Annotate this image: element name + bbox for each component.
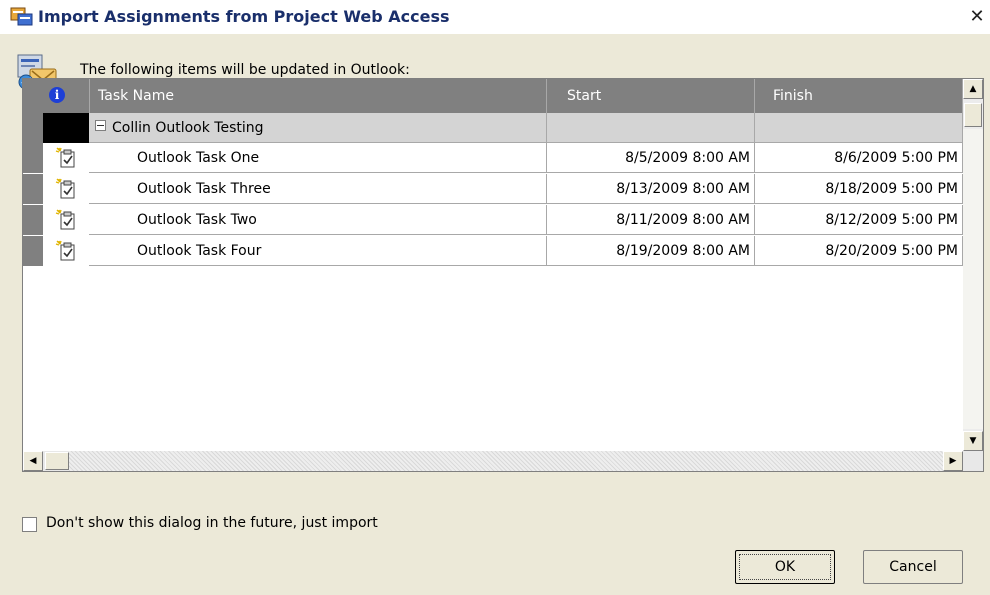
column-header-task-name[interactable]: Task Name [90,79,547,113]
row-selector [23,113,43,143]
cancel-button[interactable]: Cancel [863,550,963,584]
vertical-scroll-thumb[interactable] [964,103,982,127]
task-icon [55,178,75,199]
group-start-cell [547,113,755,143]
scroll-up-button[interactable]: ▲ [963,79,983,99]
dont-show-checkbox[interactable] [22,517,37,532]
task-start-cell: 8/19/2009 8:00 AM [547,236,755,266]
collapse-icon[interactable] [95,120,106,131]
title-bar: Import Assignments from Project Web Acce… [0,0,990,34]
focus-rectangle [739,554,831,580]
row-selector [23,143,43,173]
import-assignments-dialog: Import Assignments from Project Web Acce… [0,0,990,595]
task-finish-cell: 8/20/2009 5:00 PM [755,236,963,266]
task-finish-cell: 8/12/2009 5:00 PM [755,205,963,235]
vertical-scroll-track[interactable] [963,129,983,429]
row-selector [23,205,43,235]
grid-header: i Task Name Start Finish [23,79,963,113]
column-header-finish[interactable]: Finish [755,79,963,113]
table-row[interactable]: Outlook Task Three 8/13/2009 8:00 AM 8/1… [23,174,963,204]
group-name: Collin Outlook Testing [112,120,264,136]
table-row[interactable]: Outlook Task One 8/5/2009 8:00 AM 8/6/20… [23,143,963,173]
scroll-right-button[interactable]: ▶ [943,451,963,471]
task-start-cell: 8/5/2009 8:00 AM [547,143,755,173]
ok-button[interactable]: OK [735,550,835,584]
info-icon: i [49,87,65,103]
row-selector [23,174,43,204]
task-icon [55,209,75,230]
task-name-cell: Outlook Task Two [89,205,547,235]
horizontal-scroll-track[interactable] [69,451,959,471]
dont-show-label[interactable]: Don't show this dialog in the future, ju… [46,515,378,531]
task-icon-cell [43,236,89,266]
task-icon [55,240,75,261]
vertical-scrollbar[interactable]: ▲ ▼ [963,79,983,451]
window-title: Import Assignments from Project Web Acce… [38,7,450,26]
horizontal-scroll-thumb[interactable] [45,452,69,470]
cancel-button-label: Cancel [889,559,937,575]
close-button[interactable]: ✕ [968,8,986,26]
task-name-cell: Outlook Task One [89,143,547,173]
scroll-down-button[interactable]: ▼ [963,431,983,451]
task-name-cell: Outlook Task Three [89,174,547,204]
header-message: The following items will be updated in O… [80,62,410,78]
task-icon [55,147,75,168]
task-icon-cell [43,205,89,235]
column-header-start[interactable]: Start [547,79,755,113]
group-row[interactable]: Collin Outlook Testing [23,113,963,143]
task-start-cell: 8/11/2009 8:00 AM [547,205,755,235]
task-start-cell: 8/13/2009 8:00 AM [547,174,755,204]
group-finish-cell [755,113,963,143]
table-row[interactable]: Outlook Task Two 8/11/2009 8:00 AM 8/12/… [23,205,963,235]
assignments-grid: i Task Name Start Finish Collin Outlook … [22,78,984,472]
task-finish-cell: 8/6/2009 5:00 PM [755,143,963,173]
horizontal-scrollbar[interactable]: ◀ ▶ [23,451,983,471]
group-icon-cell [43,113,89,143]
task-icon-cell [43,143,89,173]
task-icon-cell [43,174,89,204]
row-selector [23,236,43,266]
group-name-cell[interactable]: Collin Outlook Testing [89,113,547,143]
task-name-cell: Outlook Task Four [89,236,547,266]
scroll-left-button[interactable]: ◀ [23,451,43,471]
project-app-icon [10,7,33,26]
table-row[interactable]: Outlook Task Four 8/19/2009 8:00 AM 8/20… [23,236,963,266]
task-finish-cell: 8/18/2009 5:00 PM [755,174,963,204]
info-column-header[interactable]: i [23,79,90,113]
